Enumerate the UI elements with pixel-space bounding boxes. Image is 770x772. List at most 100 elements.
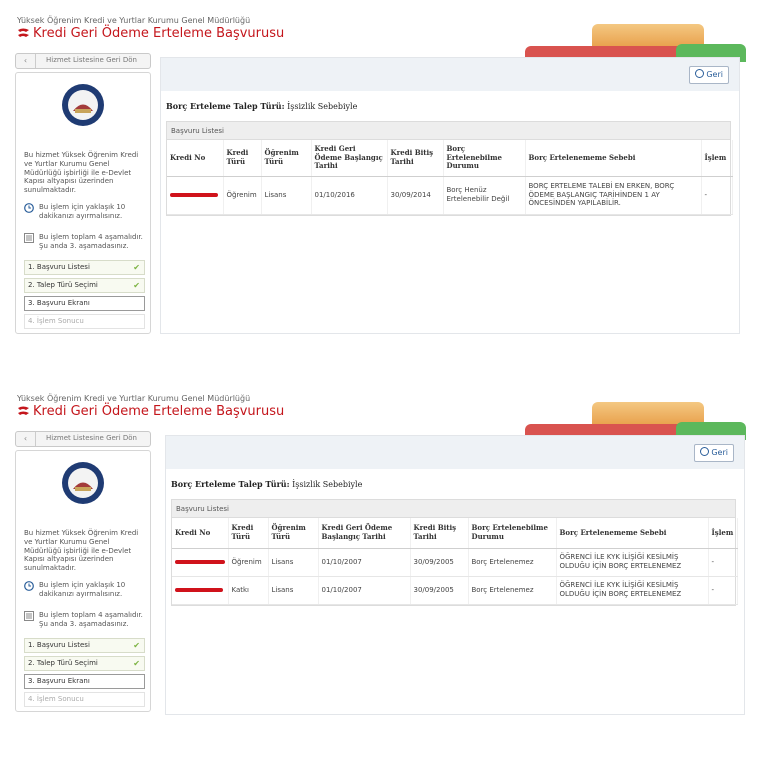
application-table: Kredi No Kredi Türü Öğrenim Türü Kredi G…	[167, 140, 733, 215]
table-row: Öğrenim Lisans 01/10/2007 30/09/2005 Bor…	[172, 548, 738, 577]
service-description: Bu hizmet Yüksek Öğrenim Kredi ve Yurtla…	[24, 151, 139, 194]
redaction-mark	[175, 559, 225, 564]
redacted-credit-no	[167, 176, 224, 215]
panel-title: Başvuru Listesi	[172, 500, 735, 518]
seal-icon	[62, 462, 104, 504]
back-arrow-icon: ‹	[16, 432, 36, 446]
seal-icon	[62, 84, 104, 126]
col-header: Borç Ertelenememe Sebebi	[556, 518, 709, 549]
agency-name: Yüksek Öğrenim Kredi ve Yurtlar Kurumu G…	[17, 394, 251, 403]
cell-status: Borç Ertelenemez	[468, 576, 557, 605]
col-header: Kredi No	[172, 518, 229, 549]
step-4: 4. İşlem Sonucu	[24, 314, 145, 329]
clock-icon	[24, 581, 34, 591]
application-list-panel: Başvuru Listesi Kredi No Kredi Türü Öğre…	[171, 499, 738, 606]
cell-end-date: 30/09/2014	[387, 176, 444, 215]
list-icon	[24, 611, 34, 621]
step-list: 1. Başvuru Listesi ✔ 2. Talep Türü Seçimi…	[24, 638, 145, 710]
agency-name: Yüksek Öğrenim Kredi ve Yurtlar Kurumu G…	[17, 16, 251, 25]
redaction-mark	[170, 192, 218, 197]
step-2[interactable]: 2. Talep Türü Seçimi ✔	[24, 278, 145, 293]
sidebar: Bu hizmet Yüksek Öğrenim Kredi ve Yurtla…	[15, 450, 151, 712]
cell-credit-type: Öğrenim	[228, 548, 269, 577]
back-icon	[700, 447, 710, 456]
cell-education-type: Lisans	[261, 176, 312, 215]
col-header: Borç Ertelenememe Sebebi	[525, 140, 702, 177]
cell-status: Borç Ertelenemez	[468, 548, 557, 577]
check-icon: ✔	[133, 659, 140, 668]
col-header: Kredi Geri Ödeme Başlangıç Tarihi	[318, 518, 411, 549]
cell-credit-type: Katkı	[228, 576, 269, 605]
request-type: Borç Erteleme Talep Türü: İşsizlik Sebeb…	[171, 479, 362, 489]
back-to-services-label: Hizmet Listesine Geri Dön	[46, 434, 137, 442]
logo-icon	[18, 406, 29, 415]
col-header: Borç Ertelenebilme Durumu	[443, 140, 526, 177]
col-header: İşlem	[701, 140, 733, 177]
redaction-mark	[175, 587, 223, 592]
application-list-panel: Başvuru Listesi Kredi No Kredi Türü Öğre…	[166, 121, 733, 216]
step-1[interactable]: 1. Başvuru Listesi ✔	[24, 638, 145, 653]
cell-action: -	[708, 548, 738, 577]
panel-title: Başvuru Listesi	[167, 122, 730, 140]
col-header: İşlem	[708, 518, 738, 549]
cell-start-date: 01/10/2016	[311, 176, 388, 215]
time-info: Bu işlem için yaklaşık 10 dakikanızı ayı…	[24, 581, 148, 599]
col-header: Borç Ertelenebilme Durumu	[468, 518, 557, 549]
cell-reason: ÖĞRENCİ İLE KYK İLİŞİĞİ KESİLMİŞ OLDUĞU …	[556, 548, 709, 577]
step-label: 4. İşlem Sonucu	[28, 695, 84, 703]
logo-icon	[18, 28, 29, 37]
col-header: Öğrenim Türü	[268, 518, 319, 549]
step-label: 2. Talep Türü Seçimi	[28, 281, 98, 289]
service-description: Bu hizmet Yüksek Öğrenim Kredi ve Yurtla…	[24, 529, 139, 572]
time-info-text: Bu işlem için yaklaşık 10 dakikanızı ayı…	[39, 581, 126, 598]
check-icon: ✔	[133, 641, 140, 650]
steps-info-text: Bu işlem toplam 4 aşamalıdır. Şu anda 3.…	[39, 611, 143, 628]
back-to-services-button[interactable]: ‹ Hizmet Listesine Geri Dön	[15, 431, 151, 447]
main-content: Geri Borç Erteleme Talep Türü: İşsizlik …	[160, 57, 740, 334]
redacted-credit-no	[172, 548, 229, 577]
step-list: 1. Başvuru Listesi ✔ 2. Talep Türü Seçimi…	[24, 260, 145, 332]
col-header: Kredi Bitiş Tarihi	[387, 140, 444, 177]
request-type-value: İşsizlik Sebebiyle	[292, 480, 363, 489]
step-label: 1. Başvuru Listesi	[28, 641, 90, 649]
step-label: 4. İşlem Sonucu	[28, 317, 84, 325]
geri-button[interactable]: Geri	[694, 444, 734, 462]
screenshot-top: Yüksek Öğrenim Kredi ve Yurtlar Kurumu G…	[0, 0, 770, 340]
cell-start-date: 01/10/2007	[318, 576, 411, 605]
col-header: Kredi Bitiş Tarihi	[410, 518, 469, 549]
cell-status: Borç Henüz Ertelenebilir Değil	[443, 176, 526, 215]
step-2[interactable]: 2. Talep Türü Seçimi ✔	[24, 656, 145, 671]
col-header: Kredi Türü	[223, 140, 262, 177]
cell-start-date: 01/10/2007	[318, 548, 411, 577]
col-header: Öğrenim Türü	[261, 140, 312, 177]
steps-info-text: Bu işlem toplam 4 aşamalıdır. Şu anda 3.…	[39, 233, 143, 250]
cell-reason: ÖĞRENCİ İLE KYK İLİŞİĞİ KESİLMİŞ OLDUĞU …	[556, 576, 709, 605]
request-type-label: Borç Erteleme Talep Türü:	[166, 101, 285, 111]
cell-end-date: 30/09/2005	[410, 576, 469, 605]
back-to-services-button[interactable]: ‹ Hizmet Listesine Geri Dön	[15, 53, 151, 69]
geri-label: Geri	[706, 70, 723, 79]
toolbar: Geri	[166, 436, 744, 469]
cell-education-type: Lisans	[268, 576, 319, 605]
step-1[interactable]: 1. Başvuru Listesi ✔	[24, 260, 145, 275]
check-icon: ✔	[133, 263, 140, 272]
list-icon	[24, 233, 34, 243]
step-label: 1. Başvuru Listesi	[28, 263, 90, 271]
application-table: Kredi No Kredi Türü Öğrenim Türü Kredi G…	[172, 518, 738, 605]
step-4: 4. İşlem Sonucu	[24, 692, 145, 707]
cell-action: -	[708, 576, 738, 605]
time-info-text: Bu işlem için yaklaşık 10 dakikanızı ayı…	[39, 203, 126, 220]
check-icon: ✔	[133, 281, 140, 290]
steps-info: Bu işlem toplam 4 aşamalıdır. Şu anda 3.…	[24, 233, 148, 251]
col-header: Kredi Türü	[228, 518, 269, 549]
time-info: Bu işlem için yaklaşık 10 dakikanızı ayı…	[24, 203, 148, 221]
request-type: Borç Erteleme Talep Türü: İşsizlik Sebeb…	[166, 101, 357, 111]
step-label: 3. Başvuru Ekranı	[28, 677, 90, 685]
geri-label: Geri	[711, 448, 728, 457]
table-row: Katkı Lisans 01/10/2007 30/09/2005 Borç …	[172, 576, 738, 605]
cell-education-type: Lisans	[268, 548, 319, 577]
geri-button[interactable]: Geri	[689, 66, 729, 84]
cell-reason: BORÇ ERTELEME TALEBİ EN ERKEN, BORÇ ÖDEM…	[525, 176, 702, 215]
table-row: Öğrenim Lisans 01/10/2016 30/09/2014 Bor…	[167, 176, 733, 215]
col-header: Kredi Geri Ödeme Başlangıç Tarihi	[311, 140, 388, 177]
